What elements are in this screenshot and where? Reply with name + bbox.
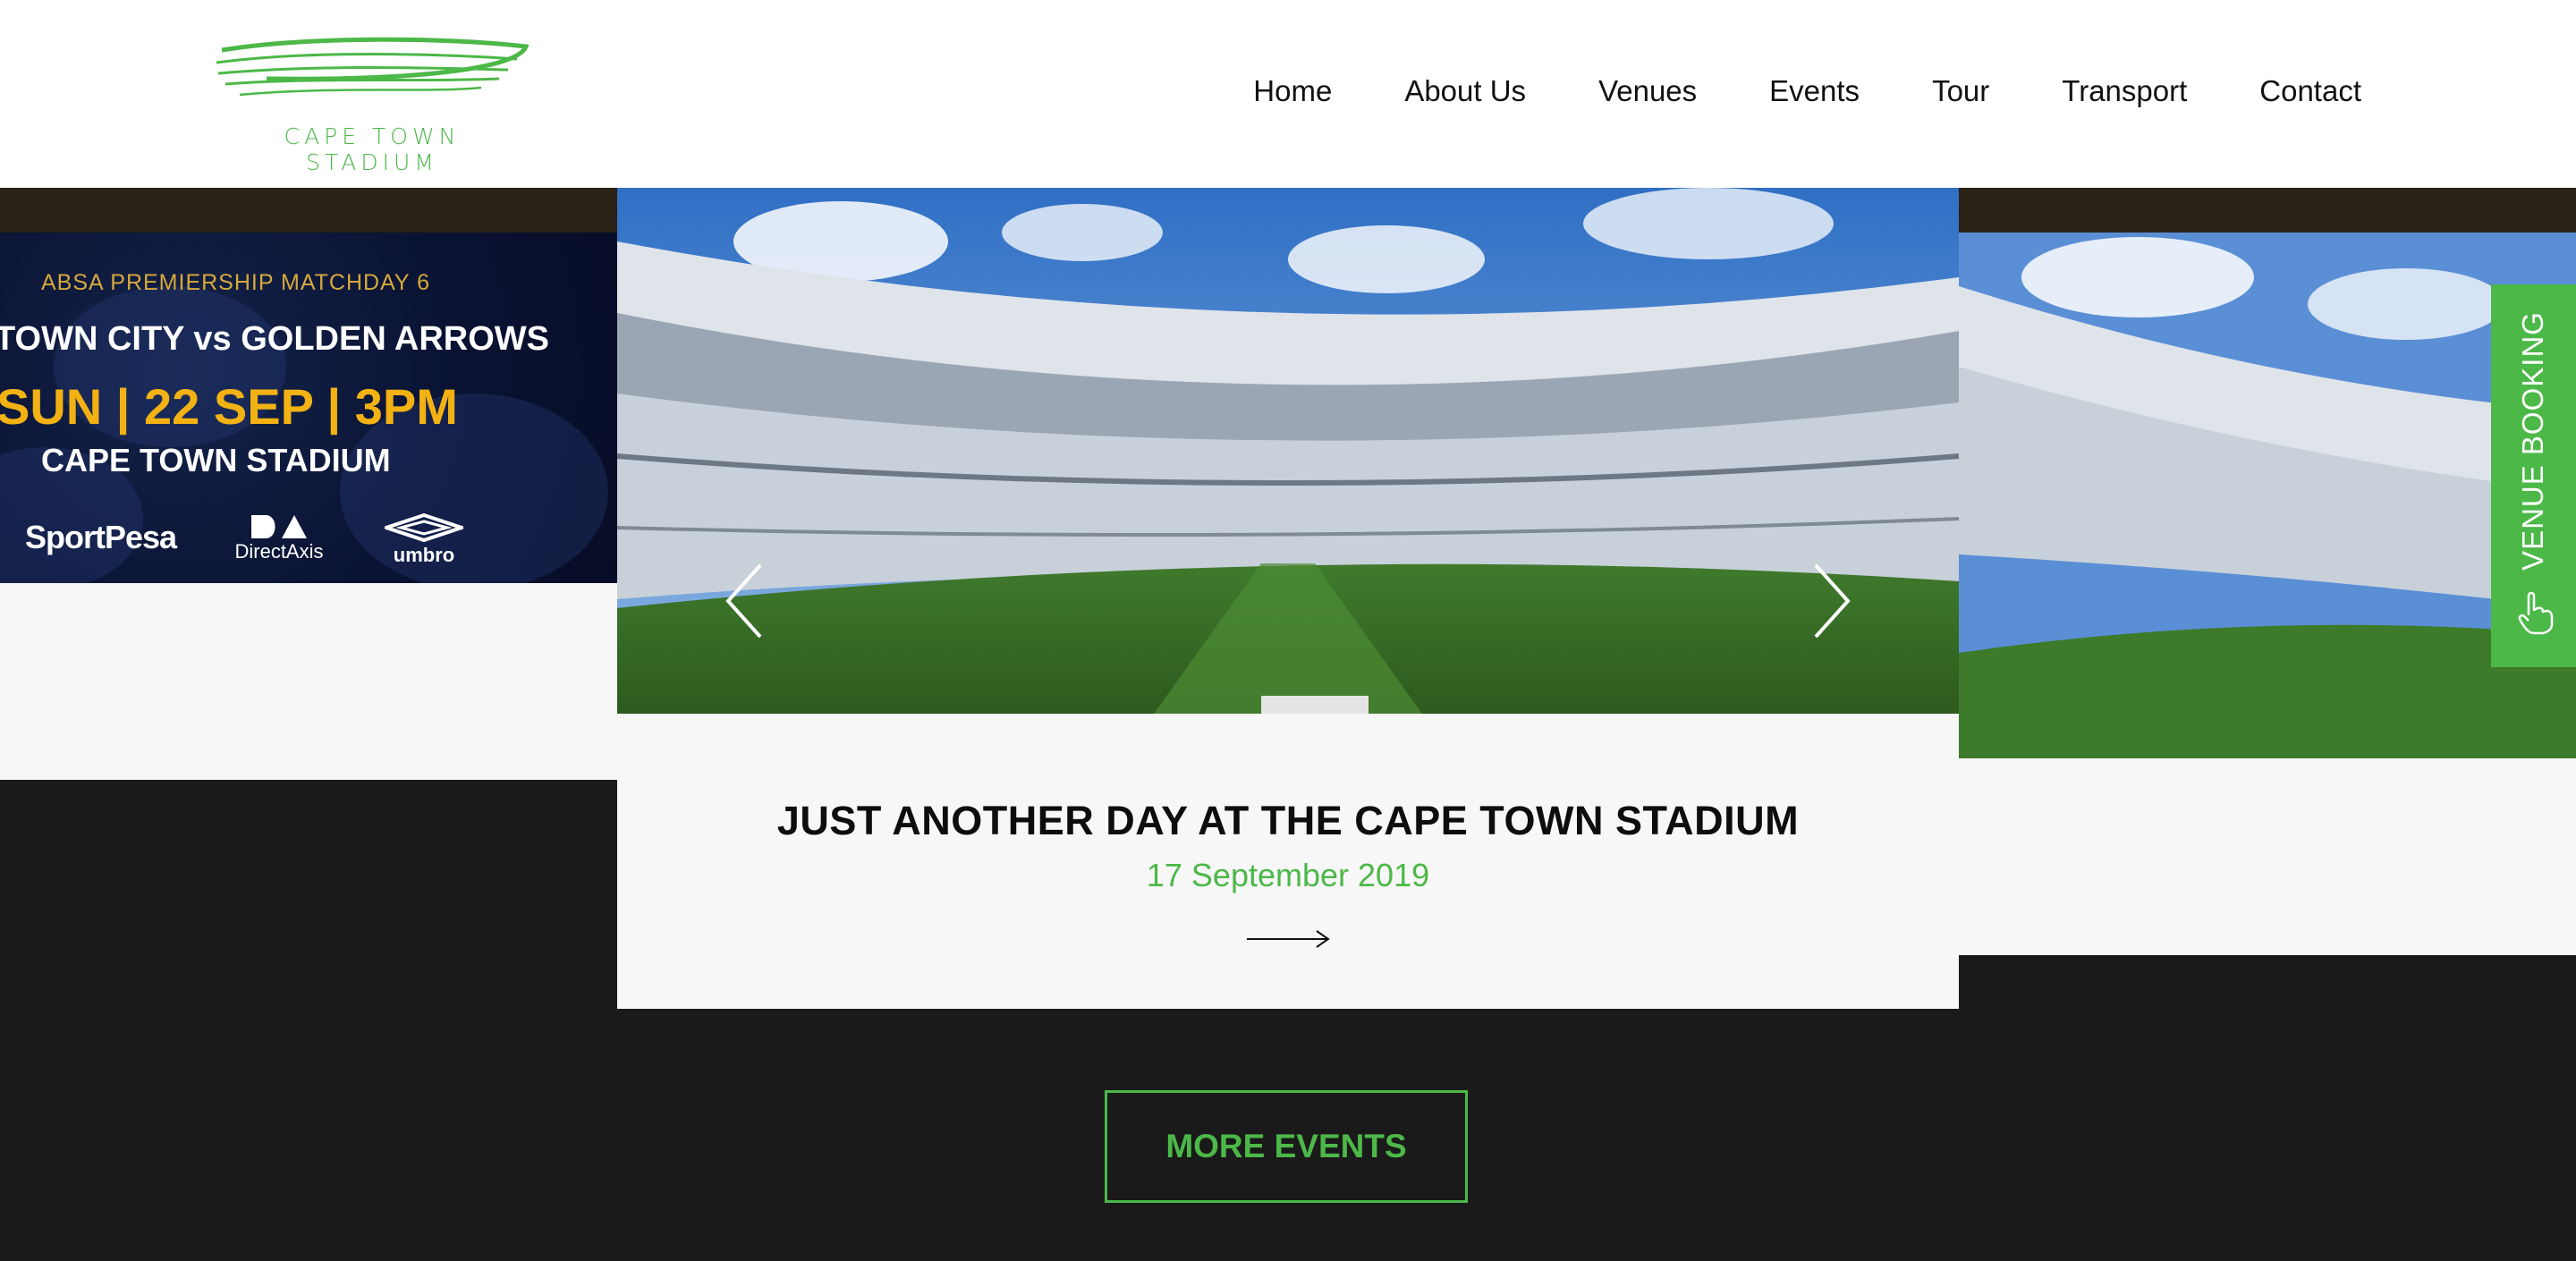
slide-title: JUST ANOTHER DAY AT THE CAPE TOWN STADIU… (776, 798, 1800, 843)
sponsor-umbro: umbro (385, 513, 463, 567)
chevron-right-icon (1814, 563, 1851, 639)
arrow-right-icon (1247, 930, 1330, 948)
stadium-logo-icon (216, 37, 530, 97)
site-header: CAPE TOWN STADIUM Home About Us Venues E… (0, 0, 2576, 188)
nav-events[interactable]: Events (1769, 73, 1860, 109)
carousel-next-button[interactable] (1812, 563, 1852, 639)
more-events-button[interactable]: MORE EVENTS (1105, 1090, 1468, 1203)
promo-fixture: TOWN CITY vs GOLDEN ARROWS (0, 320, 550, 358)
logo-text: CAPE TOWN STADIUM (284, 123, 461, 175)
stadium-photo-illustration (1959, 233, 2576, 758)
promo-datetime: SUN | 22 SEP | 3PM (0, 378, 458, 435)
umbro-diamond-icon (385, 513, 463, 543)
promo-venue: CAPE TOWN STADIUM (41, 442, 391, 478)
nav-contact[interactable]: Contact (2259, 73, 2361, 109)
nav-home[interactable]: Home (1253, 73, 1332, 109)
sponsor-umbro-label: umbro (393, 544, 455, 566)
directaxis-logo-icon (251, 515, 307, 538)
nav-transport[interactable]: Transport (2062, 73, 2187, 109)
slide-active[interactable]: JUST ANOTHER DAY AT THE CAPE TOWN STADIU… (617, 188, 1959, 1009)
left-slide-caption-area (0, 581, 617, 780)
sponsor-directaxis: DirectAxis (227, 513, 331, 563)
chevron-left-icon (725, 563, 762, 639)
carousel-prev-button[interactable] (724, 563, 764, 639)
slide-promo-matchday[interactable]: ABSA PREMIERSHIP MATCHDAY 6 TOWN CITY vs… (0, 233, 617, 583)
slide-next-preview[interactable] (1959, 233, 2576, 758)
venue-booking-tab[interactable]: VENUE BOOKING (2491, 284, 2576, 667)
right-slide-caption-area (1959, 758, 2576, 955)
read-more-link[interactable] (1243, 928, 1333, 950)
stadium-photo-illustration (617, 188, 1959, 714)
logo[interactable]: CAPE TOWN STADIUM (213, 34, 531, 175)
venue-booking-label: VENUE BOOKING (2516, 311, 2549, 571)
nav-tour[interactable]: Tour (1932, 73, 1989, 109)
main-nav: Home About Us Venues Events Tour Transpo… (1253, 73, 2361, 109)
slide-date: 17 September 2019 (1146, 857, 1430, 893)
hand-pointer-icon (2518, 591, 2554, 635)
sponsor-sportpesa: SportPesa (25, 519, 177, 555)
nav-venues[interactable]: Venues (1598, 73, 1697, 109)
slide-caption: JUST ANOTHER DAY AT THE CAPE TOWN STADIU… (617, 714, 1959, 1009)
stadium-photo (617, 188, 1959, 714)
promo-matchday: ABSA PREMIERSHIP MATCHDAY 6 (41, 270, 430, 295)
sponsor-directaxis-label: DirectAxis (234, 540, 324, 563)
nav-about-us[interactable]: About Us (1404, 73, 1526, 109)
